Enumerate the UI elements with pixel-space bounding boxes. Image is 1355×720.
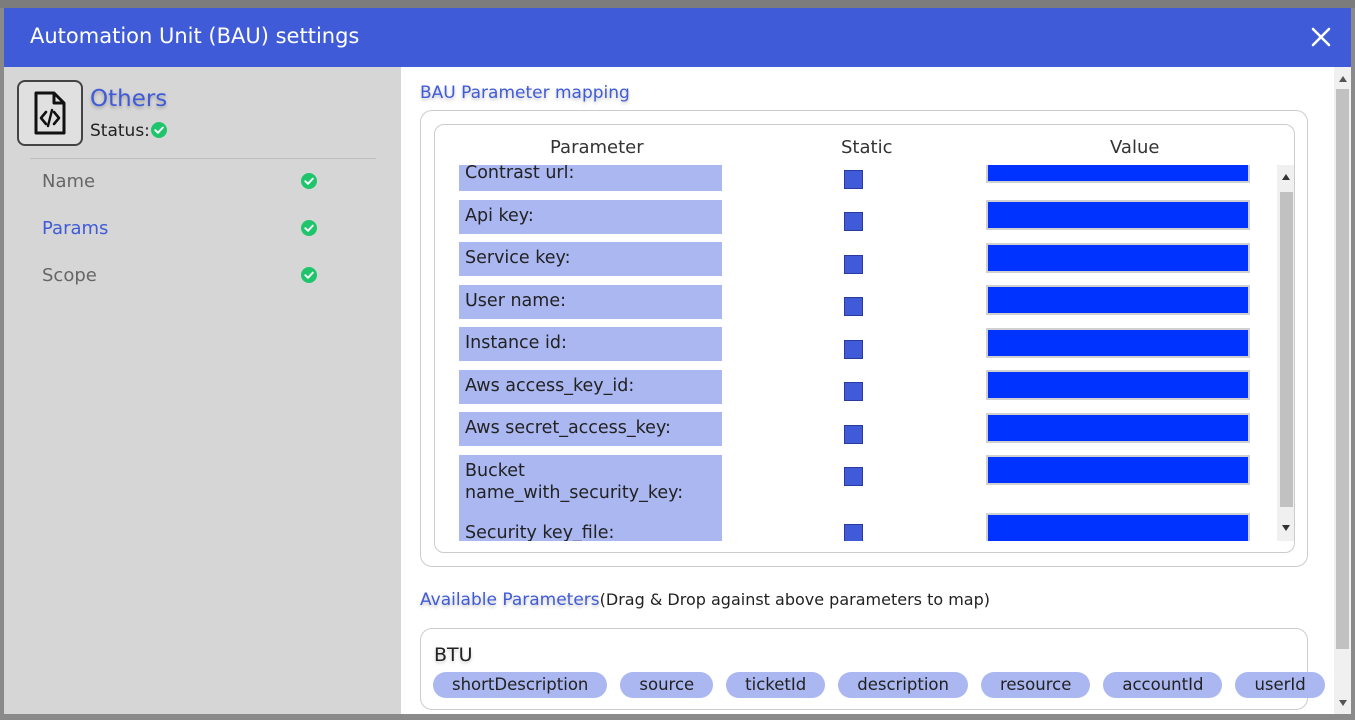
sidebar-item-label: Name <box>42 171 96 192</box>
sidebar-item-scope[interactable]: Scope <box>42 265 322 295</box>
btu-group-title: BTU <box>434 644 473 666</box>
value-drop-target[interactable] <box>986 165 1250 183</box>
static-toggle[interactable] <box>844 297 863 316</box>
value-drop-target[interactable] <box>986 243 1250 273</box>
param-label: Security key_file: <box>465 523 615 541</box>
settings-dialog: Automation Unit (BAU) settings Others St… <box>4 8 1351 714</box>
scroll-down-icon[interactable] <box>1338 699 1348 707</box>
param-label: Service key: <box>459 242 722 276</box>
param-chip-resource[interactable]: resource <box>980 672 1091 698</box>
header-static: Static <box>841 137 893 158</box>
mapping-scrollbar[interactable] <box>1277 165 1294 541</box>
static-toggle[interactable] <box>844 255 863 274</box>
static-toggle[interactable] <box>844 212 863 231</box>
mapping-scroll-thumb[interactable] <box>1280 192 1293 507</box>
btu-parameters-panel: BTU shortDescription source ticketId des… <box>420 628 1325 710</box>
mapping-panel: Parameter Static Value Contrast url: Api… <box>420 110 1308 567</box>
param-label: Aws secret_access_key: <box>459 412 722 446</box>
param-label: Api key: <box>459 200 722 234</box>
param-label: Contrast url: <box>459 165 722 191</box>
value-drop-target[interactable] <box>986 455 1250 485</box>
param-label: Aws access_key_id: <box>459 370 722 404</box>
param-chip-source[interactable]: source <box>620 672 714 698</box>
parameter-chips: shortDescription source ticketId descrip… <box>433 672 1325 698</box>
param-chip-description[interactable]: description <box>838 672 968 698</box>
check-circle-icon <box>301 220 317 236</box>
sidebar-item-label: Params <box>42 218 109 239</box>
dialog-scrollbar[interactable] <box>1334 67 1351 714</box>
mapping-rows[interactable]: Contrast url: Api key: Service key: User… <box>459 165 1269 541</box>
param-label: Instance id: <box>459 327 722 361</box>
sidebar: Others Status: Name Params Scope <box>4 67 401 714</box>
status-row: Status: <box>90 121 167 141</box>
value-drop-target[interactable] <box>986 413 1250 443</box>
value-drop-target[interactable] <box>986 370 1250 400</box>
static-toggle[interactable] <box>844 425 863 444</box>
dialog-title: Automation Unit (BAU) settings <box>30 24 360 48</box>
scroll-down-icon[interactable] <box>1281 524 1291 532</box>
status-label: Status: <box>90 121 150 141</box>
static-toggle[interactable] <box>844 467 863 486</box>
available-parameters-heading: Available Parameters (Drag & Drop agains… <box>420 590 990 610</box>
backdrop <box>0 0 1355 8</box>
value-drop-target[interactable] <box>986 328 1250 358</box>
value-drop-target[interactable] <box>986 285 1250 315</box>
check-circle-icon <box>301 173 317 189</box>
static-toggle[interactable] <box>844 340 863 359</box>
static-toggle[interactable] <box>844 170 863 189</box>
sidebar-item-label: Scope <box>42 265 97 286</box>
code-file-icon <box>17 80 83 146</box>
sidebar-item-name[interactable]: Name <box>42 171 322 201</box>
scroll-up-icon[interactable] <box>1338 75 1348 83</box>
dialog-scroll-thumb[interactable] <box>1336 89 1349 649</box>
available-hint: (Drag & Drop against above parameters to… <box>599 590 991 609</box>
static-toggle[interactable] <box>844 524 863 541</box>
header-value: Value <box>1110 137 1160 158</box>
scroll-up-icon[interactable] <box>1281 173 1291 181</box>
param-chip-ticketid[interactable]: ticketId <box>726 672 826 698</box>
dialog-titlebar: Automation Unit (BAU) settings <box>4 8 1351 67</box>
static-toggle[interactable] <box>844 382 863 401</box>
status-check-icon <box>150 121 167 138</box>
value-drop-target[interactable] <box>986 200 1250 230</box>
param-chip-shortdescription[interactable]: shortDescription <box>433 672 608 698</box>
check-circle-icon <box>301 267 317 283</box>
sidebar-item-params[interactable]: Params <box>42 218 322 248</box>
close-icon[interactable] <box>1309 25 1333 49</box>
header-parameter: Parameter <box>550 137 644 158</box>
content-panel: BAU Parameter mapping Parameter Static V… <box>401 67 1334 714</box>
param-chip-accountid[interactable]: accountId <box>1103 672 1223 698</box>
param-label: User name: <box>459 285 722 319</box>
param-chip-userid[interactable]: userId <box>1235 672 1325 698</box>
mapping-table: Parameter Static Value Contrast url: Api… <box>434 124 1295 553</box>
available-title: Available Parameters <box>420 590 600 610</box>
mapping-title: BAU Parameter mapping <box>420 83 630 103</box>
unit-name: Others <box>90 86 168 112</box>
sidebar-divider <box>30 158 376 159</box>
value-drop-target[interactable] <box>986 513 1250 541</box>
